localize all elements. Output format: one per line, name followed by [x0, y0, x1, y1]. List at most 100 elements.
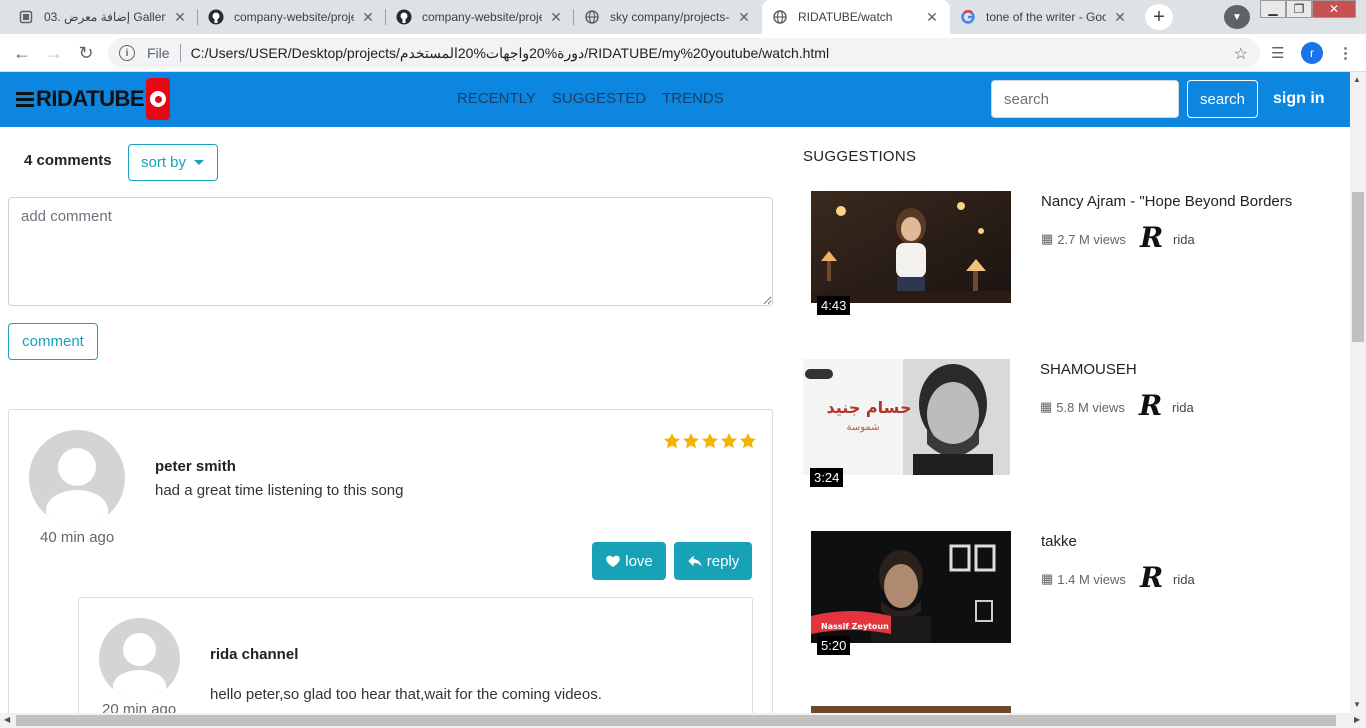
channel-name[interactable]: rida — [1173, 232, 1195, 247]
browser-tab-1[interactable]: 03. إضافة معرض Gallery في ✕ — [8, 0, 198, 34]
reply-text: hello peter,so glad too hear that,wait f… — [210, 686, 602, 703]
browser-tab-bar: 03. إضافة معرض Gallery في ✕ company-webs… — [0, 0, 1366, 34]
scroll-thumb[interactable] — [16, 715, 1336, 726]
nav-link-trends[interactable]: TRENDS — [662, 90, 724, 107]
back-button[interactable]: ← — [10, 42, 34, 64]
close-icon[interactable]: ✕ — [548, 9, 564, 26]
video-thumbnail[interactable] — [811, 191, 1011, 303]
comment-card: 40 min ago peter smith had a great time … — [8, 409, 773, 713]
thumbnail-subtext: شموسة — [846, 422, 879, 433]
video-duration: 4:43 — [817, 296, 851, 315]
love-button[interactable]: love — [592, 542, 666, 580]
reply-icon — [688, 555, 702, 567]
google-icon — [960, 9, 976, 25]
page-viewport: RIDATUBE RECENTLY SUGGESTED TRENDS searc… — [0, 72, 1350, 713]
sort-dropdown[interactable]: sort by — [128, 144, 218, 181]
window-controls: ▁ ❐ ✕ — [1260, 0, 1356, 20]
scroll-right-icon[interactable]: ▶ — [1354, 715, 1360, 724]
nav-link-recently[interactable]: RECENTLY — [457, 90, 536, 107]
comment-input[interactable] — [8, 197, 773, 306]
profile-avatar[interactable]: r — [1301, 42, 1323, 64]
video-duration: 5:20 — [817, 636, 851, 655]
browser-tab-6[interactable]: tone of the writer - Goo ✕ — [950, 0, 1138, 34]
address-bar: ← → ↻ i File C:/Users/USER/Desktop/proje… — [0, 34, 1366, 72]
close-icon[interactable]: ✕ — [360, 9, 376, 26]
sort-label: sort by — [141, 154, 187, 171]
comment-submit-button[interactable]: comment — [8, 323, 98, 360]
horizontal-scrollbar[interactable]: ◀ ▶ — [0, 713, 1366, 728]
tab-title: sky company/projects-c — [610, 10, 730, 24]
globe-icon — [584, 9, 600, 25]
forward-button[interactable]: → — [42, 42, 66, 64]
reply-button[interactable]: reply — [674, 542, 752, 580]
url-field[interactable]: i File C:/Users/USER/Desktop/projects/دو… — [108, 38, 1260, 68]
browser-tab-3[interactable]: company-website/proje ✕ — [386, 0, 574, 34]
info-icon[interactable]: i — [119, 45, 135, 61]
search-button[interactable]: search — [1187, 80, 1258, 118]
reply-author: rida channel — [210, 646, 299, 663]
window-close-button[interactable]: ✕ — [1312, 0, 1356, 18]
close-icon[interactable]: ✕ — [924, 9, 940, 26]
love-label: love — [625, 552, 653, 570]
close-icon[interactable]: ✕ — [1112, 9, 1128, 26]
channel-name[interactable]: rida — [1172, 400, 1194, 415]
heart-icon — [606, 555, 620, 567]
film-icon: ▦ — [1040, 399, 1053, 414]
scroll-thumb[interactable] — [1352, 192, 1364, 342]
channel-name[interactable]: rida — [1173, 572, 1195, 587]
suggestion-item[interactable]: حسام جنيد شموسة 3:24 SHAMOUSEH ▦ 5.8 M v… — [803, 359, 1343, 509]
new-tab-button[interactable]: + — [1145, 4, 1173, 30]
browser-tab-4[interactable]: sky company/projects-c ✕ — [574, 0, 762, 34]
tab-title: tone of the writer - Goo — [986, 10, 1106, 24]
scroll-up-icon[interactable]: ▲ — [1353, 75, 1361, 84]
close-icon[interactable]: ✕ — [172, 9, 188, 26]
search-input[interactable] — [991, 80, 1179, 118]
video-thumbnail[interactable]: Nassif Zeytoun — [811, 531, 1011, 643]
vertical-scrollbar[interactable]: ▲ ▼ — [1350, 72, 1366, 713]
globe-icon — [772, 9, 788, 25]
suggestion-title[interactable]: takke — [1041, 533, 1077, 550]
reply-time: 20 min ago — [102, 701, 177, 713]
thumbnail-text: حسام جنيد — [827, 398, 912, 417]
media-control-icon[interactable]: ☰ — [1271, 44, 1284, 62]
video-thumbnail[interactable]: حسام جنيد شموسة — [803, 359, 1010, 475]
browser-tab-2[interactable]: company-website/proje ✕ — [198, 0, 386, 34]
minimize-button[interactable]: ▁ — [1260, 0, 1286, 18]
close-icon[interactable]: ✕ — [736, 9, 752, 26]
video-thumbnail[interactable] — [811, 706, 1011, 713]
nav-link-suggested[interactable]: SUGGESTED — [552, 90, 646, 107]
thumbnail-text: Nassif Zeytoun — [821, 622, 889, 631]
star-icon — [701, 433, 719, 449]
views-text: 5.8 M views — [1056, 399, 1125, 415]
scroll-left-icon[interactable]: ◀ — [4, 715, 10, 724]
views-text: 1.4 M views — [1057, 571, 1126, 587]
maximize-button[interactable]: ❐ — [1286, 0, 1312, 18]
comment-count: 4 comments — [24, 152, 112, 169]
avatar — [99, 618, 180, 699]
star-icon — [682, 433, 700, 449]
tab-search-icon[interactable]: ▼ — [1224, 5, 1250, 29]
bookmark-star-icon[interactable]: ☆ — [1234, 44, 1248, 64]
url-text: C:/Users/USER/Desktop/projects/دورة%20وا… — [190, 44, 830, 61]
brand[interactable]: RIDATUBE — [16, 78, 171, 120]
suggestion-item[interactable]: Nassif Zeytoun 5:20 takke ▦ 1.4 M views … — [803, 531, 1343, 681]
site-navbar: RIDATUBE RECENTLY SUGGESTED TRENDS searc… — [0, 72, 1350, 127]
view-count: ▦ 2.7 M views — [1041, 231, 1126, 247]
star-icon — [663, 433, 681, 449]
play-logo-icon — [146, 78, 171, 120]
reload-button[interactable]: ↻ — [74, 42, 98, 64]
scroll-down-icon[interactable]: ▼ — [1353, 700, 1361, 709]
tab-title: 03. إضافة معرض Gallery في — [44, 10, 166, 24]
suggestion-item[interactable]: 4:43 Nancy Ajram - "Hope Beyond Borders … — [803, 191, 1343, 341]
menu-kebab-icon[interactable]: ⋮ — [1338, 44, 1353, 62]
channel-logo-icon: R — [1140, 561, 1164, 594]
browser-tab-active[interactable]: RIDATUBE/watch ✕ — [762, 0, 950, 34]
comment-text: had a great time listening to this song — [155, 482, 404, 499]
hamburger-icon[interactable] — [16, 91, 34, 107]
channel-logo-icon: R — [1139, 389, 1163, 422]
suggestion-title[interactable]: Nancy Ajram - "Hope Beyond Borders — [1041, 193, 1292, 210]
rating-stars — [663, 432, 757, 450]
avatar — [29, 430, 125, 526]
suggestion-title[interactable]: SHAMOUSEH — [1040, 361, 1137, 378]
sign-in-link[interactable]: sign in — [1273, 90, 1325, 108]
